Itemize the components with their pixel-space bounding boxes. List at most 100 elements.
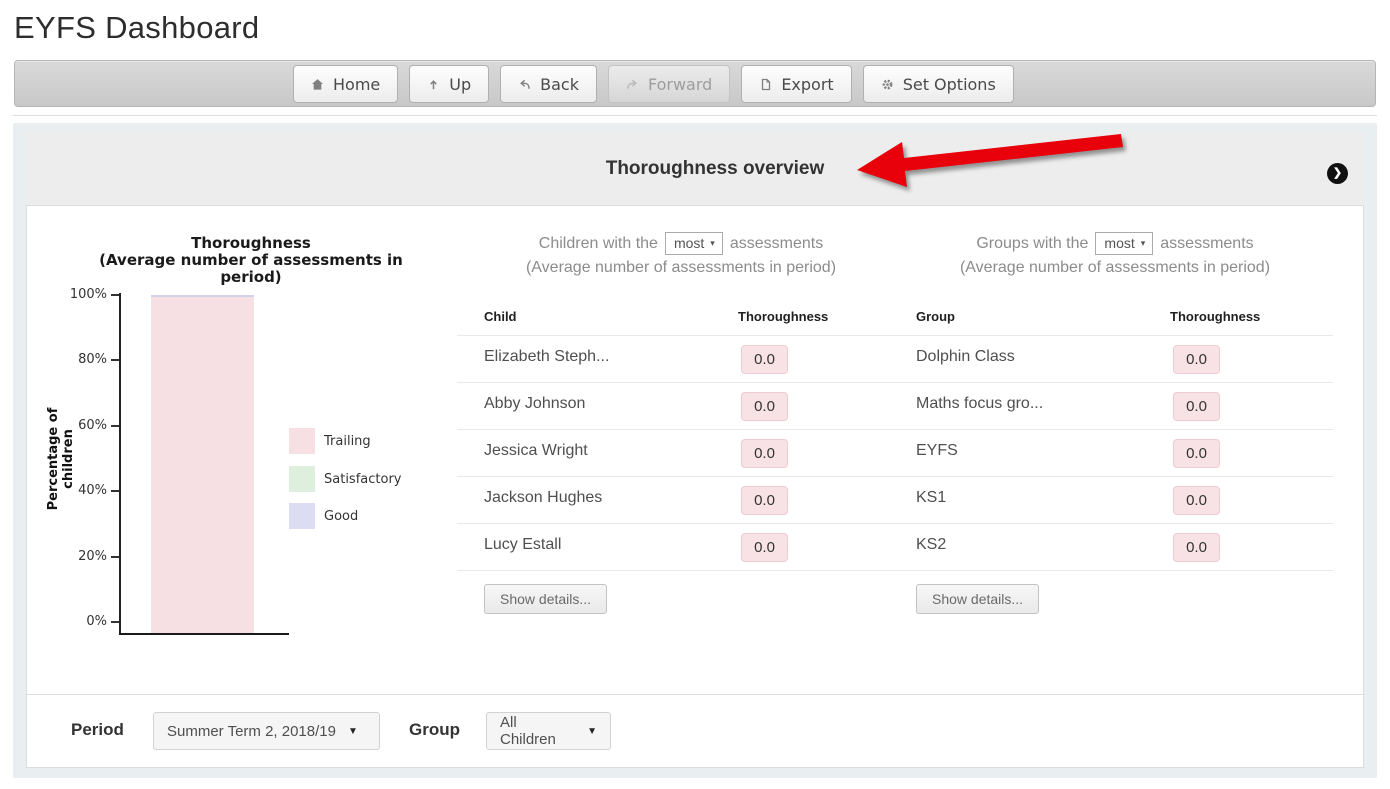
table-row[interactable]: EYFS 0.0 <box>889 430 1333 477</box>
group-dropdown[interactable]: All Children ▼ <box>486 712 611 750</box>
legend-item: Trailing <box>289 428 371 454</box>
group-dropdown-value: All Children <box>500 714 556 748</box>
column-header-group: Group <box>916 309 955 324</box>
tick-mark <box>111 490 119 492</box>
column-header-thoroughness: Thoroughness <box>1170 309 1261 324</box>
table-row[interactable]: Jessica Wright 0.0 <box>457 430 897 477</box>
legend-label: Good <box>324 508 359 524</box>
period-dropdown[interactable]: Summer Term 2, 2018/19 ▼ <box>153 712 380 750</box>
heading-prefix: Children with the <box>538 234 658 252</box>
groups-show-details-button[interactable]: Show details... <box>916 584 1040 614</box>
group-label: Group <box>409 720 460 739</box>
child-name: Elizabeth Steph... <box>484 348 610 365</box>
thoroughness-badge: 0.0 <box>1173 533 1220 562</box>
child-name: Jackson Hughes <box>484 489 603 506</box>
legend-label: Trailing <box>324 433 371 449</box>
heading-suffix: assessments <box>1160 234 1254 252</box>
y-tick-label: 80% <box>78 352 107 367</box>
document-icon <box>759 78 772 91</box>
table-row[interactable]: Abby Johnson 0.0 <box>457 383 897 430</box>
children-most-select[interactable]: most ▾ <box>664 232 723 255</box>
chart-x-axis <box>119 633 289 635</box>
table-row[interactable]: KS1 0.0 <box>889 477 1333 524</box>
y-tick-label: 40% <box>78 483 107 498</box>
groups-most-select[interactable]: most ▾ <box>1095 232 1154 255</box>
table-row[interactable]: Dolphin Class 0.0 <box>889 336 1333 383</box>
chart-y-axis-label: Percentage of children <box>46 407 76 511</box>
y-tick-label: 60% <box>78 418 107 433</box>
thoroughness-badge: 0.0 <box>1173 439 1220 468</box>
heading-suffix: assessments <box>729 234 824 252</box>
panel-body: Thoroughness (Average number of assessme… <box>26 205 1364 768</box>
heading-subtitle: (Average number of assessments in period… <box>525 259 837 276</box>
groups-most-select-value: most <box>1104 235 1135 251</box>
home-icon <box>311 78 324 91</box>
thoroughness-badge: 0.0 <box>741 439 788 468</box>
table-row[interactable]: Elizabeth Steph... 0.0 <box>457 336 897 383</box>
group-name: Dolphin Class <box>916 348 1015 365</box>
children-section: Children with the most ▾ assessments (Av… <box>457 206 905 694</box>
thoroughness-badge: 0.0 <box>1173 345 1220 374</box>
children-table: Elizabeth Steph... 0.0 Abby Johnson 0.0 … <box>457 335 897 571</box>
tick-mark <box>111 294 119 296</box>
thoroughness-badge: 0.0 <box>741 345 788 374</box>
chevron-right-icon[interactable]: ❯ <box>1327 163 1348 184</box>
legend-swatch-good <box>289 503 315 529</box>
home-button[interactable]: Home <box>293 65 399 103</box>
caret-down-icon: ▾ <box>1140 237 1146 248</box>
tick-mark <box>111 425 119 427</box>
gear-icon <box>881 78 894 91</box>
children-show-details-button[interactable]: Show details... <box>484 584 608 614</box>
groups-table: Dolphin Class 0.0 Maths focus gro... 0.0… <box>889 335 1333 571</box>
divider <box>13 115 1377 116</box>
table-row[interactable]: KS2 0.0 <box>889 524 1333 571</box>
legend-item: Satisfactory <box>289 466 401 492</box>
table-row[interactable]: Maths focus gro... 0.0 <box>889 383 1333 430</box>
caret-down-icon: ▼ <box>587 725 597 737</box>
legend-swatch-trailing <box>289 428 315 454</box>
group-name: EYFS <box>916 442 958 459</box>
chart-title-line: Thoroughness <box>191 234 311 252</box>
table-row[interactable]: Jackson Hughes 0.0 <box>457 477 897 524</box>
column-header-thoroughness: Thoroughness <box>738 309 829 324</box>
groups-section: Groups with the most ▾ assessments (Aver… <box>889 206 1341 694</box>
toolbar-buttons: Home Up Back Forward Export Set Options <box>293 65 1014 103</box>
caret-down-icon: ▾ <box>710 237 715 248</box>
table-row[interactable]: Lucy Estall 0.0 <box>457 524 897 571</box>
back-button[interactable]: Back <box>500 65 597 103</box>
thoroughness-badge: 0.0 <box>741 533 788 562</box>
forward-arrow-icon <box>626 78 639 91</box>
up-button[interactable]: Up <box>409 65 490 103</box>
tick-mark <box>111 556 119 558</box>
set-options-button[interactable]: Set Options <box>862 65 1014 103</box>
thoroughness-badge: 0.0 <box>741 486 788 515</box>
thoroughness-badge: 0.0 <box>741 392 788 421</box>
heading-subtitle: (Average number of assessments in period… <box>959 259 1271 276</box>
forward-button[interactable]: Forward <box>607 65 731 103</box>
thoroughness-panel: Thoroughness overview ❯ Thoroughness (Av… <box>13 123 1377 778</box>
export-button[interactable]: Export <box>741 65 852 103</box>
chart-title: Thoroughness (Average number of assessme… <box>91 235 411 286</box>
page-title: EYFS Dashboard <box>14 10 260 45</box>
forward-button-label: Forward <box>647 74 713 94</box>
panel-header: Thoroughness overview ❯ <box>26 132 1364 205</box>
children-section-heading: Children with the most ▾ assessments (Av… <box>457 232 905 277</box>
period-dropdown-value: Summer Term 2, 2018/19 <box>167 722 336 740</box>
chart-plot-area <box>120 295 290 633</box>
export-button-label: Export <box>781 74 834 94</box>
caret-down-icon: ▼ <box>347 725 358 737</box>
back-arrow-icon <box>518 78 531 91</box>
legend-label: Satisfactory <box>324 471 402 487</box>
home-button-label: Home <box>333 74 381 94</box>
thoroughness-badge: 0.0 <box>1173 392 1220 421</box>
tick-mark <box>111 621 119 623</box>
chart-subtitle: (Average number of assessments in period… <box>99 251 403 286</box>
up-button-label: Up <box>449 74 472 94</box>
group-name: KS1 <box>916 489 947 506</box>
child-name: Lucy Estall <box>484 536 562 553</box>
set-options-button-label: Set Options <box>902 74 996 94</box>
column-header-child: Child <box>484 309 517 324</box>
group-name: Maths focus gro... <box>916 395 1044 412</box>
footer-divider <box>27 694 1363 695</box>
tick-mark <box>111 359 119 361</box>
